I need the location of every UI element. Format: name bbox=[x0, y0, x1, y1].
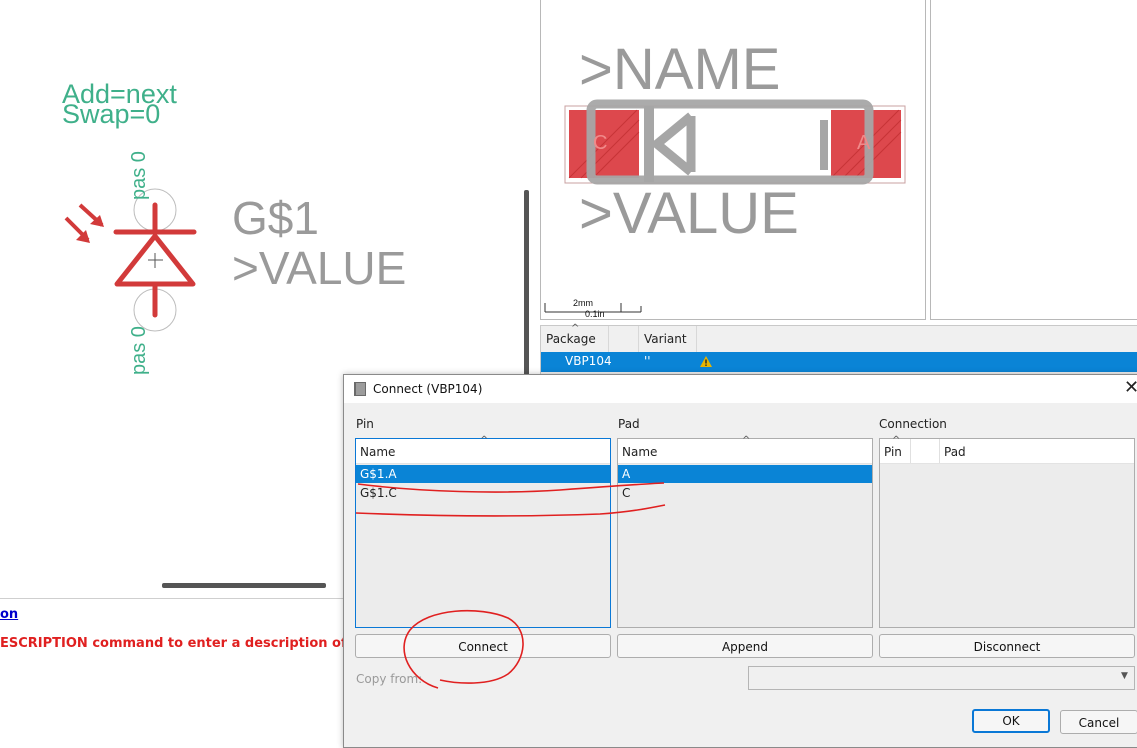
pad-group-label: Pad bbox=[618, 417, 640, 431]
copy-from-label: Copy from: bbox=[356, 672, 423, 686]
pin-list-header[interactable]: ^ Name bbox=[356, 435, 610, 464]
connect-button[interactable]: Connect bbox=[355, 634, 611, 658]
pad-list-header[interactable]: ^ Name bbox=[618, 435, 872, 464]
pad-list-item[interactable]: A bbox=[618, 465, 872, 483]
scale-mm-label: 2mm bbox=[573, 298, 593, 308]
pad-a-label: A bbox=[857, 132, 871, 154]
preview-right-pane bbox=[930, 0, 1137, 320]
connect-dialog[interactable]: Connect (VBP104) ✕ Pin Pad Connection ^ … bbox=[343, 374, 1137, 748]
disconnect-button[interactable]: Disconnect bbox=[879, 634, 1135, 658]
pad-list[interactable]: ^ Name A C bbox=[617, 435, 873, 628]
package-column-header[interactable]: Package bbox=[546, 332, 596, 346]
description-panel: on ESCRIPTION command to enter a descrip… bbox=[0, 598, 379, 743]
pin-bottom-label: pas 0 bbox=[128, 326, 150, 375]
connection-list[interactable]: ^ Pin Pad bbox=[879, 435, 1135, 628]
pin-list-item[interactable]: G$1.C bbox=[356, 484, 610, 502]
pin-top-label: pas 0 bbox=[128, 151, 150, 200]
warning-icon bbox=[700, 356, 712, 367]
cancel-button[interactable]: Cancel bbox=[1060, 710, 1137, 734]
package-value-placeholder: >VALUE bbox=[579, 181, 799, 246]
package-table[interactable]: ^ Package Variant VBP104 '' bbox=[540, 323, 1137, 375]
variant-cell: '' bbox=[644, 354, 651, 368]
pin-list[interactable]: ^ Name G$1.A G$1.C bbox=[355, 435, 611, 628]
description-link[interactable]: on bbox=[0, 607, 18, 622]
chevron-down-icon: ▼ bbox=[1121, 671, 1128, 681]
connection-pin-header: Pin bbox=[884, 445, 902, 459]
copy-from-select[interactable]: ▼ bbox=[748, 666, 1135, 690]
pin-list-item[interactable]: G$1.A bbox=[356, 465, 610, 483]
connection-group-label: Connection bbox=[879, 417, 947, 431]
table-row[interactable]: VBP104 '' bbox=[541, 352, 1137, 372]
ok-button[interactable]: OK bbox=[972, 709, 1050, 733]
dialog-title: Connect (VBP104) bbox=[373, 382, 483, 396]
pad-name-header: Name bbox=[622, 445, 658, 459]
horizontal-scrollbar[interactable] bbox=[162, 583, 326, 588]
pad-c-label: C bbox=[593, 132, 608, 154]
sort-caret-icon: ^ bbox=[480, 435, 489, 446]
description-hint: ESCRIPTION command to enter a descriptio… bbox=[0, 636, 379, 651]
scale-in-label: 0.1in bbox=[585, 309, 605, 319]
pin-name-header: Name bbox=[360, 445, 396, 459]
name-placeholder: >NAME bbox=[579, 37, 781, 102]
close-icon[interactable]: ✕ bbox=[1124, 377, 1137, 398]
append-button[interactable]: Append bbox=[617, 634, 873, 658]
connection-pad-header: Pad bbox=[944, 445, 966, 459]
pad-list-item[interactable]: C bbox=[618, 484, 872, 502]
connection-list-header[interactable]: ^ Pin Pad bbox=[880, 435, 1134, 464]
sort-caret-icon: ^ bbox=[742, 435, 751, 446]
package-preview: >NAME >VALUE C A 2mm 0.1in bbox=[540, 0, 926, 320]
pin-group-label: Pin bbox=[356, 417, 374, 431]
variant-column-header[interactable]: Variant bbox=[644, 332, 687, 346]
dialog-title-bar[interactable]: Connect (VBP104) ✕ bbox=[344, 375, 1137, 403]
book-icon bbox=[354, 382, 366, 396]
package-cell: VBP104 bbox=[565, 354, 612, 368]
